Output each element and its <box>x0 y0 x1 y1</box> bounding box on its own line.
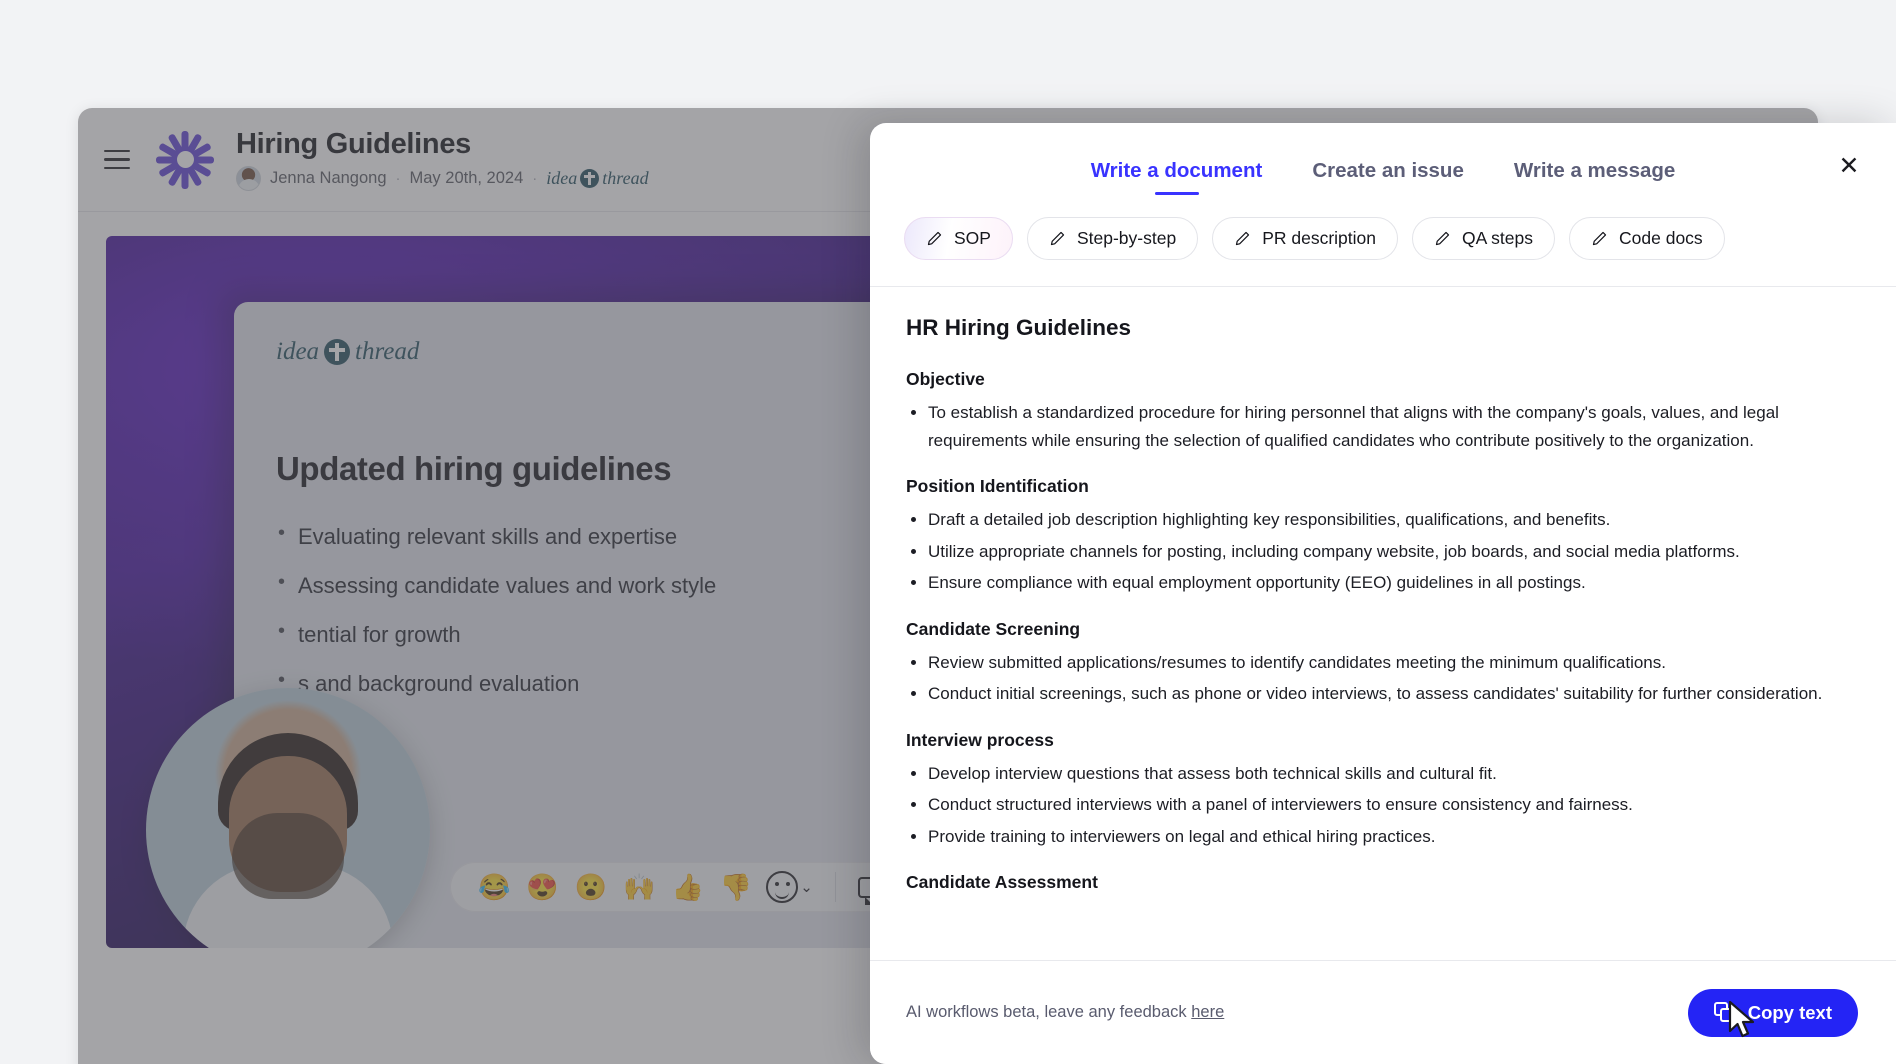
slide-bullet-item: Assessing candidate values and work styl… <box>276 571 716 599</box>
close-icon[interactable]: ✕ <box>1832 149 1866 183</box>
meta-separator: · <box>395 170 401 187</box>
template-chip-row: SOP Step-by-step PR description QA steps Cod… <box>870 195 1896 286</box>
ideathread-brand: idea thread <box>546 168 649 189</box>
section-list-item: Develop interview questions that assess … <box>928 760 1852 788</box>
chip-label: PR description <box>1262 228 1376 248</box>
chip-qa-steps[interactable]: QA steps <box>1412 217 1556 260</box>
author-name: Jenna Nangong <box>270 169 387 187</box>
reaction-emoji[interactable]: 😍 <box>518 874 566 900</box>
avatar <box>236 166 261 191</box>
pencil-icon <box>1435 231 1450 246</box>
document-preview[interactable]: HR Hiring Guidelines Objective To establi… <box>870 287 1896 960</box>
pencil-icon <box>927 231 942 246</box>
section-heading: Objective <box>906 369 985 389</box>
starburst-logo[interactable] <box>156 130 214 189</box>
slide-heading: Updated hiring guidelines <box>276 450 672 487</box>
slide-bullet-list: Evaluating relevant skills and expertise… <box>276 522 716 697</box>
slide-brand-right: thread <box>355 338 420 365</box>
section-heading: Candidate Assessment <box>906 872 1098 893</box>
brand-right: thread <box>602 168 649 188</box>
tab-write-a-document[interactable]: Write a document <box>1091 159 1263 195</box>
chevron-down-icon[interactable]: ⌄ <box>800 878 813 896</box>
modal-tabs: Write a document Create an issue Write a m… <box>870 123 1896 195</box>
section-list-item: Ensure compliance with equal employment … <box>928 569 1852 597</box>
reaction-emoji[interactable]: 👎 <box>712 874 760 900</box>
beta-note: AI workflows beta, leave any feedback he… <box>906 1003 1224 1022</box>
document-sections: Objective To establish a standardized pro… <box>906 369 1852 893</box>
smiley-plus-icon[interactable] <box>766 871 799 903</box>
slide-brand-left: idea <box>276 338 320 365</box>
document-section: Interview process Develop interview quest… <box>906 730 1852 851</box>
slide-bullet-item: tential for growth <box>276 620 716 648</box>
mouse-cursor <box>1728 1000 1755 1038</box>
chip-label: SOP <box>954 228 991 248</box>
document-section: Objective To establish a standardized pro… <box>906 369 1852 454</box>
chip-sop[interactable]: SOP <box>904 217 1013 260</box>
section-list: Develop interview questions that assess … <box>906 760 1852 851</box>
meta-separator-2: · <box>532 170 538 187</box>
section-heading: Interview process <box>906 729 1054 750</box>
pencil-icon <box>1236 231 1250 246</box>
chip-label: Step-by-step <box>1076 228 1177 248</box>
chip-label: QA steps <box>1462 228 1534 248</box>
section-list-item: Conduct initial screenings, such as phon… <box>928 680 1852 708</box>
pencil-icon <box>1592 231 1607 246</box>
document-section: Candidate Assessment <box>906 872 1852 893</box>
brand-left: idea <box>546 168 578 188</box>
chip-step-by-step[interactable]: Step-by-step <box>1026 217 1199 260</box>
section-list-item: To establish a standardized procedure fo… <box>928 399 1852 454</box>
reaction-emoji[interactable]: 🙌 <box>615 874 663 900</box>
section-list-item: Review submitted applications/resumes to… <box>928 649 1852 677</box>
section-list-item: Provide training to interviewers on lega… <box>928 823 1852 851</box>
document-title: HR Hiring Guidelines <box>906 315 1132 340</box>
tab-write-a-message[interactable]: Write a message <box>1514 159 1675 195</box>
section-list-item: Draft a detailed job description highlig… <box>928 506 1852 534</box>
section-list: Draft a detailed job description highlig… <box>906 506 1852 597</box>
pencil-icon <box>1050 231 1065 246</box>
chip-pr-description[interactable]: PR description <box>1212 217 1398 260</box>
reaction-emoji[interactable]: 👍 <box>664 874 712 900</box>
header-text-group: Hiring Guidelines Jenna Nangong · May 20… <box>236 128 649 191</box>
hamburger-icon[interactable] <box>104 149 130 170</box>
document-section: Position Identification Draft a detailed … <box>906 476 1852 597</box>
reaction-emoji[interactable]: 😮 <box>567 874 615 900</box>
section-list: To establish a standardized procedure fo… <box>906 399 1852 454</box>
tab-create-an-issue[interactable]: Create an issue <box>1312 159 1464 195</box>
beta-note-text: AI workflows beta, leave any feedback <box>906 1003 1192 1021</box>
copy-text-button[interactable]: Copy text <box>1687 988 1858 1037</box>
brand-dot-icon <box>580 169 600 188</box>
slide-bullet-item: s and background evaluation <box>276 669 716 697</box>
slide-brand-logo: idea thread <box>276 338 419 366</box>
feedback-link[interactable]: here <box>1191 1003 1224 1021</box>
divider <box>834 872 836 902</box>
ai-workflows-modal: ✕ Write a document Create an issue Write a… <box>870 123 1896 1064</box>
document-section: Candidate Screening Review submitted appl… <box>906 619 1852 708</box>
screen-root: Hiring Guidelines Jenna Nangong · May 20… <box>0 0 1896 1064</box>
document-meta: Jenna Nangong · May 20th, 2024 · idea th… <box>236 166 649 191</box>
section-heading: Candidate Screening <box>906 618 1081 639</box>
section-list: Review submitted applications/resumes to… <box>906 649 1852 708</box>
chip-label: Code docs <box>1619 228 1703 248</box>
section-heading: Position Identification <box>906 476 1089 497</box>
section-list-item: Utilize appropriate channels for posting… <box>928 538 1852 566</box>
document-date: May 20th, 2024 <box>409 169 524 187</box>
copy-text-label: Copy text <box>1747 1001 1832 1023</box>
reaction-emoji[interactable]: 😂 <box>470 874 518 900</box>
page-title: Hiring Guidelines <box>236 128 471 160</box>
slide-bullet-item: Evaluating relevant skills and expertise <box>276 522 716 550</box>
section-list-item: Conduct structured interviews with a pan… <box>928 791 1852 819</box>
chip-code-docs[interactable]: Code docs <box>1569 217 1725 260</box>
slide-brand-dot-icon <box>324 339 351 365</box>
